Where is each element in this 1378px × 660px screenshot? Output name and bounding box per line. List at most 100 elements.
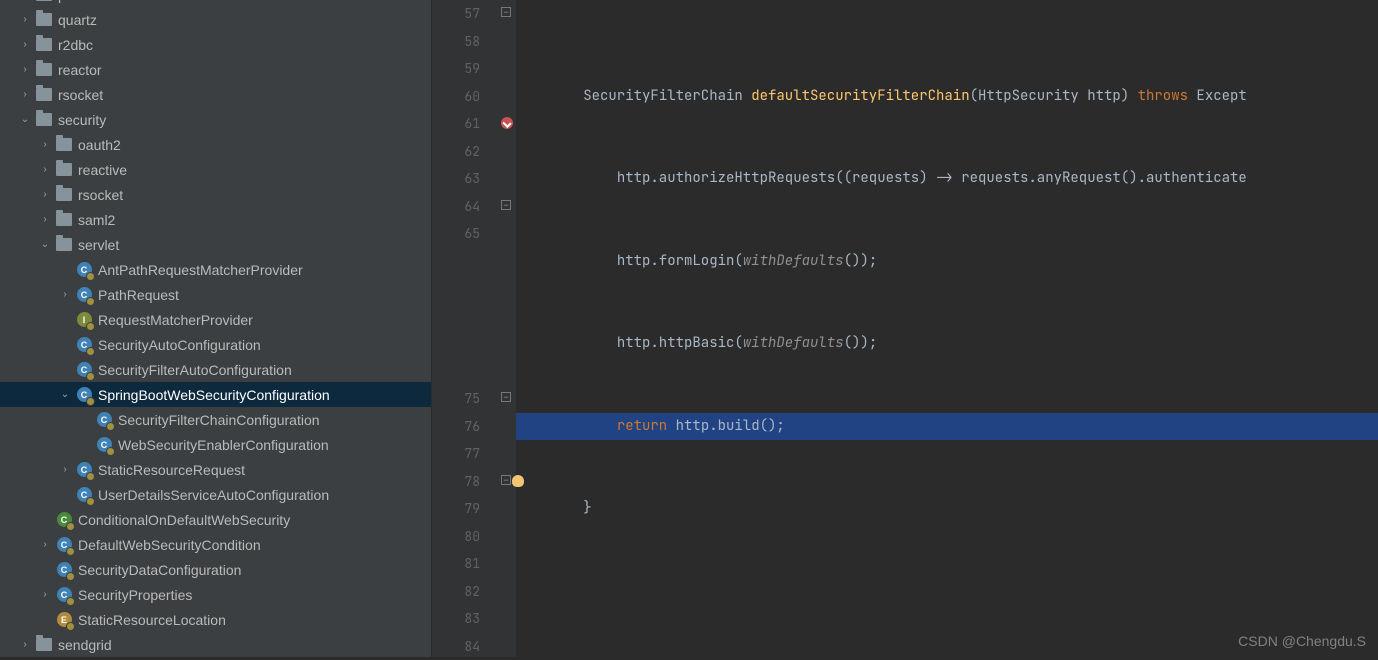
chevron-right-icon[interactable]: › (40, 539, 50, 550)
tree-item-conditionalondefaultwebsecurity[interactable]: C ConditionalOnDefaultWebSecurity (0, 507, 431, 532)
breakpoint-icon[interactable] (501, 117, 513, 129)
line-number: 84 (432, 633, 480, 660)
chevron-right-icon[interactable]: › (60, 289, 70, 300)
class-icon: C (76, 262, 92, 278)
tree-item-label: RequestMatcherProvider (98, 312, 253, 328)
tree-item-saml2[interactable]: ›saml2 (0, 207, 431, 232)
line-number: 80 (432, 523, 480, 551)
line-number: 57 (432, 0, 480, 28)
line-number: 79 (432, 495, 480, 523)
tree-item-reactive[interactable]: ›reactive (0, 157, 431, 182)
chevron-right-icon[interactable]: › (20, 639, 30, 650)
tree-item-quartz[interactable]: ›quartz (0, 7, 431, 32)
tree-item-securitydataconfiguration[interactable]: CSecurityDataConfiguration (0, 557, 431, 582)
tree-item-label: UserDetailsServiceAutoConfiguration (98, 487, 329, 503)
tree-item-label: StaticResourceRequest (98, 462, 245, 478)
project-tree[interactable]: ›pulsar›quartz›r2dbc›reactor›rsocket⌄sec… (0, 0, 432, 657)
chevron-down-icon[interactable]: ⌄ (40, 239, 50, 250)
folder-icon (36, 12, 52, 28)
class-icon: C (56, 512, 72, 528)
line-number: 60 (432, 83, 480, 111)
line-number: 62 (432, 138, 480, 166)
folder-icon (36, 637, 52, 653)
class-icon: I (76, 312, 92, 328)
line-number (432, 248, 480, 276)
chevron-right-icon[interactable]: › (40, 589, 50, 600)
tree-item-securityproperties[interactable]: ›CSecurityProperties (0, 582, 431, 607)
tree-item-userdetailsserviceautoconfiguration[interactable]: C UserDetailsServiceAutoConfiguration (0, 482, 431, 507)
tree-item-securityautoconfiguration[interactable]: C SecurityAutoConfiguration (0, 332, 431, 357)
chevron-right-icon[interactable]: › (40, 139, 50, 150)
chevron-down-icon[interactable]: ⌄ (60, 389, 70, 400)
folder-icon (36, 37, 52, 53)
watermark: CSDN @Chengdu.S (1238, 633, 1366, 649)
line-number (432, 275, 480, 303)
tree-item-reactor[interactable]: ›reactor (0, 57, 431, 82)
folder-icon (36, 62, 52, 78)
tree-item-staticresourcelocation[interactable]: EStaticResourceLocation (0, 607, 431, 632)
folder-icon (36, 112, 52, 128)
fold-toggle-icon[interactable]: − (501, 7, 511, 17)
class-icon: C (96, 437, 112, 453)
tree-item-label: pulsar (58, 0, 96, 3)
code-editor[interactable]: 57585960616263646575767778798081828384 −… (432, 0, 1378, 657)
chevron-right-icon[interactable]: › (20, 14, 30, 25)
class-icon: C (56, 562, 72, 578)
gutter-marks[interactable]: − − − − (498, 0, 516, 657)
tree-item-label: SecurityAutoConfiguration (98, 337, 261, 353)
chevron-right-icon[interactable]: › (40, 164, 50, 175)
fold-toggle-icon[interactable]: − (501, 200, 511, 210)
tree-item-oauth2[interactable]: ›oauth2 (0, 132, 431, 157)
tree-item-label: PathRequest (98, 287, 179, 303)
line-number: 75 (432, 385, 480, 413)
chevron-right-icon[interactable]: › (40, 189, 50, 200)
tree-item-requestmatcherprovider[interactable]: I RequestMatcherProvider (0, 307, 431, 332)
tree-item-label: servlet (78, 237, 119, 253)
folder-icon (36, 87, 52, 103)
tree-item-label: AntPathRequestMatcherProvider (98, 262, 303, 278)
chevron-right-icon[interactable]: › (40, 214, 50, 225)
tree-item-securityfilterautoconfiguration[interactable]: CSecurityFilterAutoConfiguration (0, 357, 431, 382)
chevron-right-icon[interactable]: › (20, 39, 30, 50)
tree-item-securityfilterchainconfiguration[interactable]: C SecurityFilterChainConfiguration (0, 407, 431, 432)
tree-item-pulsar[interactable]: ›pulsar (0, 0, 431, 7)
tree-item-sendgrid[interactable]: ›sendgrid (0, 632, 431, 657)
folder-icon (56, 187, 72, 203)
tree-item-label: SecurityProperties (78, 587, 192, 603)
chevron-down-icon[interactable]: ⌄ (20, 114, 30, 125)
tree-item-servlet[interactable]: ⌄ servlet (0, 232, 431, 257)
tree-item-label: SecurityFilterChainConfiguration (118, 412, 320, 428)
line-number (432, 303, 480, 331)
tree-item-rsocket[interactable]: › rsocket (0, 82, 431, 107)
tree-item-websecurityenablerconfiguration[interactable]: C WebSecurityEnablerConfiguration (0, 432, 431, 457)
chevron-right-icon[interactable]: › (20, 64, 30, 75)
folder-icon (56, 212, 72, 228)
tree-item-label: ConditionalOnDefaultWebSecurity (78, 512, 290, 528)
tree-item-security[interactable]: ⌄security (0, 107, 431, 132)
tree-item-label: WebSecurityEnablerConfiguration (118, 437, 329, 453)
tree-item-rsocket[interactable]: ›rsocket (0, 182, 431, 207)
tree-item-springbootwebsecurityconfiguration[interactable]: ⌄CSpringBootWebSecurityConfiguration (0, 382, 431, 407)
tree-item-antpathrequestmatcherprovider[interactable]: C AntPathRequestMatcherProvider (0, 257, 431, 282)
fold-toggle-icon[interactable]: − (501, 392, 511, 402)
tree-item-defaultwebsecuritycondition[interactable]: ›CDefaultWebSecurityCondition (0, 532, 431, 557)
line-number: 83 (432, 605, 480, 633)
fold-toggle-icon[interactable]: − (501, 475, 511, 485)
class-icon: C (76, 337, 92, 353)
class-icon: C (76, 487, 92, 503)
tree-item-label: SpringBootWebSecurityConfiguration (98, 387, 330, 403)
tree-item-r2dbc[interactable]: ›r2dbc (0, 32, 431, 57)
class-icon: C (96, 412, 112, 428)
chevron-right-icon[interactable]: › (20, 89, 30, 100)
tree-item-label: rsocket (58, 87, 103, 103)
line-number: 58 (432, 28, 480, 56)
line-number: 59 (432, 55, 480, 83)
tree-item-pathrequest[interactable]: ›CPathRequest (0, 282, 431, 307)
tree-item-label: SecurityFilterAutoConfiguration (98, 362, 292, 378)
code-area[interactable]: SecurityFilterChain defaultSecurityFilte… (516, 0, 1378, 657)
line-number (432, 330, 480, 358)
class-icon: C (76, 462, 92, 478)
breakpoint-line[interactable]: return http.build(); (516, 413, 1378, 441)
chevron-right-icon[interactable]: › (60, 464, 70, 475)
tree-item-staticresourcerequest[interactable]: › C StaticResourceRequest (0, 457, 431, 482)
